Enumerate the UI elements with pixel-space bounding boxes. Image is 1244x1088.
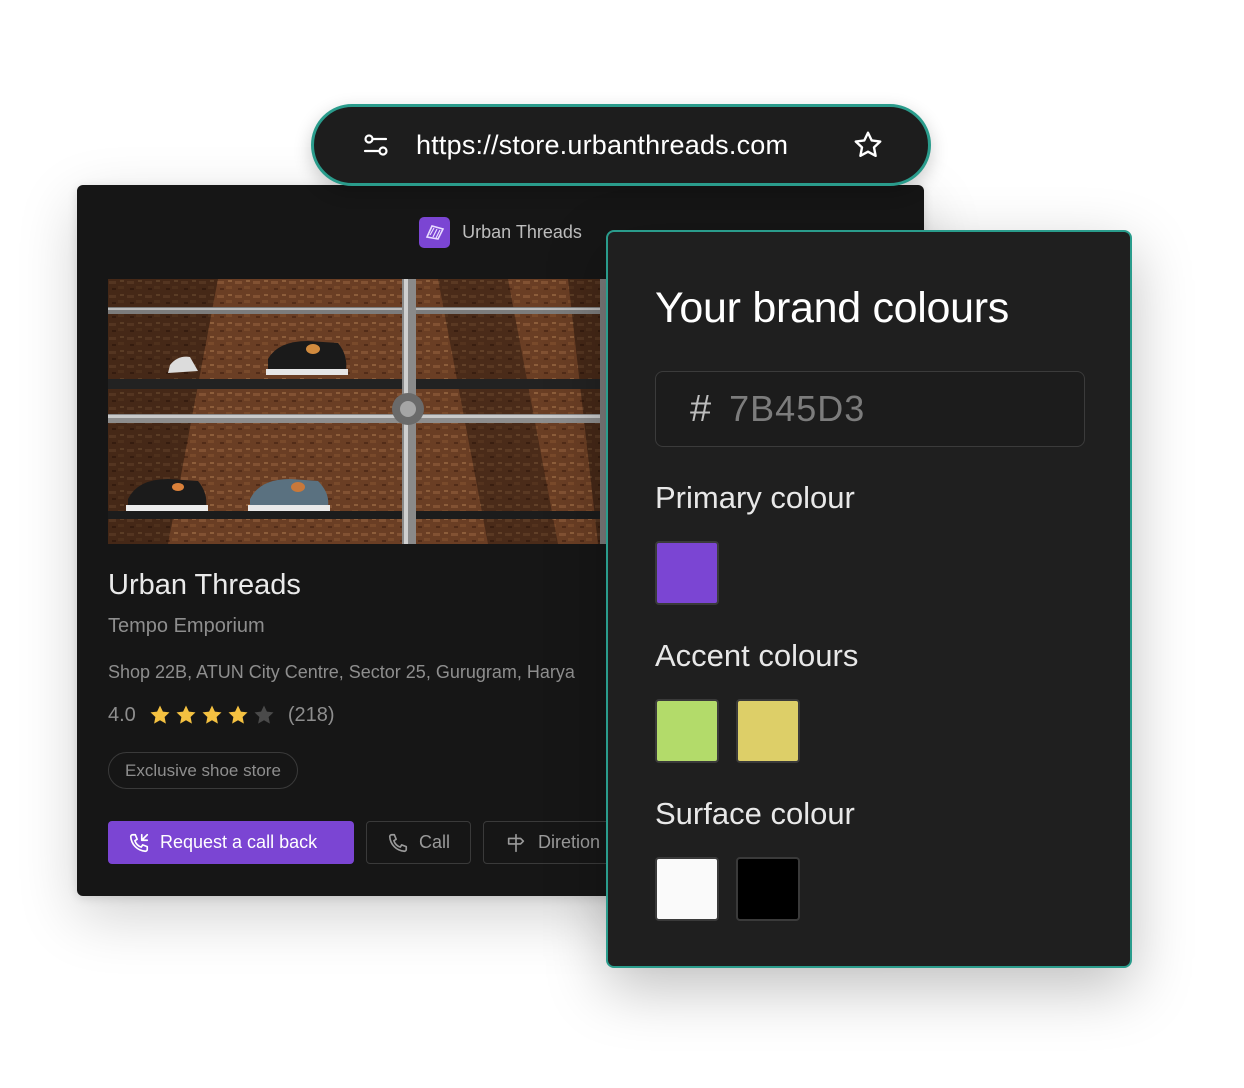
surface-colour-label: Surface colour: [655, 796, 855, 831]
panel-title: Your brand colours: [655, 284, 1009, 332]
phone-callback-icon: [129, 833, 149, 852]
hex-value[interactable]: 7B45D3: [729, 388, 865, 430]
brand-colours-panel: Your brand colours # 7B45D3 Primary colo…: [606, 230, 1132, 968]
star-filled-icon: [150, 705, 170, 724]
primary-colour-label: Primary colour: [655, 480, 855, 515]
request-callback-label: Request a call back: [160, 832, 318, 852]
url-text[interactable]: https://store.urbanthreads.com: [416, 130, 826, 161]
directions-label: Diretion: [538, 832, 601, 852]
accent-swatches: [655, 699, 800, 763]
surface-swatch[interactable]: [655, 857, 719, 921]
surface-swatch[interactable]: [736, 857, 800, 921]
accent-swatch[interactable]: [736, 699, 800, 763]
accent-colours-label: Accent colours: [655, 638, 859, 673]
star-empty-icon: [254, 705, 274, 724]
brand-logo-icon: [419, 216, 451, 248]
hash-icon: #: [690, 387, 712, 430]
store-name: Urban Threads: [108, 569, 301, 601]
accent-swatch[interactable]: [655, 699, 719, 763]
store-address: Shop 22B, ATUN City Centre, Sector 25, G…: [108, 662, 575, 682]
primary-swatches: [655, 541, 719, 605]
store-hero-image: [108, 279, 628, 544]
phone-icon: [388, 833, 408, 852]
review-count: (218): [287, 703, 335, 726]
store-actions: Request a call back Call Diretion: [108, 821, 622, 864]
browser-url-bar[interactable]: https://store.urbanthreads.com: [311, 104, 931, 186]
surface-swatches: [655, 857, 800, 921]
request-callback-button[interactable]: Request a call back: [108, 821, 354, 864]
star-filled-icon: [228, 705, 248, 724]
rating-value: 4.0: [108, 703, 136, 726]
call-button[interactable]: Call: [366, 821, 472, 864]
star-filled-icon: [176, 705, 196, 724]
hex-color-input[interactable]: # 7B45D3: [655, 371, 1085, 447]
store-header-name: Urban Threads: [462, 221, 582, 242]
star-rating: [148, 703, 276, 727]
site-settings-icon[interactable]: [362, 131, 390, 159]
rating-row: 4.0 (218): [108, 703, 335, 727]
call-label: Call: [419, 832, 451, 852]
store-category: Tempo Emporium: [108, 615, 265, 637]
store-tag-chip: Exclusive shoe store: [108, 752, 298, 789]
directions-button[interactable]: Diretion: [483, 821, 622, 864]
star-filled-icon: [202, 705, 222, 724]
signpost-icon: [507, 833, 525, 852]
primary-swatch[interactable]: [655, 541, 719, 605]
bookmark-star-icon[interactable]: [852, 129, 884, 161]
